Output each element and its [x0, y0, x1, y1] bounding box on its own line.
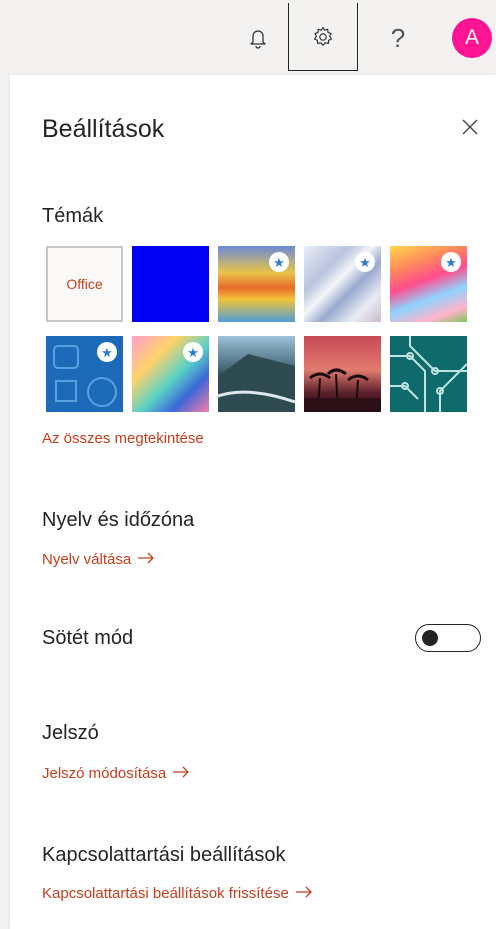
notifications-button[interactable] — [226, 6, 290, 70]
change-password-label: Jelszó módosítása — [42, 765, 167, 782]
arrow-right-icon — [172, 765, 190, 782]
settings-panel: Beállítások Témák Office ★ ★ ★ ★ ★ Az ös… — [10, 75, 496, 929]
arrow-right-icon — [295, 885, 313, 902]
avatar: A — [452, 18, 492, 58]
update-contact-preferences-label: Kapcsolattartási beállítások frissítése — [42, 885, 289, 902]
theme-colorful-unicorn[interactable]: ★ — [390, 246, 467, 322]
premium-star-icon: ★ — [183, 342, 203, 362]
language-title: Nyelv és időzóna — [42, 509, 195, 531]
see-all-themes-link[interactable]: Az összes megtekintése — [42, 430, 204, 447]
theme-office[interactable]: Office — [46, 246, 123, 322]
arrow-right-icon — [137, 551, 155, 568]
contact-preferences-title: Kapcsolattartási beállítások — [42, 844, 286, 866]
theme-pink-game[interactable]: ★ — [132, 336, 209, 412]
premium-star-icon: ★ — [355, 252, 375, 272]
change-password-link[interactable]: Jelszó módosítása — [42, 765, 190, 782]
help-button[interactable]: ? — [366, 6, 430, 70]
palm-trees — [304, 368, 381, 412]
theme-mountain-coast[interactable] — [218, 336, 295, 412]
gear-icon — [313, 26, 333, 46]
premium-star-icon: ★ — [441, 252, 461, 272]
office-theme-label: Office — [66, 276, 103, 292]
password-title: Jelszó — [42, 722, 99, 744]
theme-palm-sunset[interactable] — [304, 336, 381, 412]
theme-sunrise-stripes[interactable]: ★ — [218, 246, 295, 322]
theme-blue[interactable] — [132, 246, 209, 322]
change-language-label: Nyelv váltása — [42, 551, 132, 568]
dark-mode-title: Sötét mód — [42, 627, 134, 649]
close-button[interactable] — [456, 113, 484, 141]
toggle-knob — [422, 630, 438, 646]
update-contact-preferences-link[interactable]: Kapcsolattartási beállítások frissítése — [42, 885, 313, 902]
help-icon: ? — [390, 22, 406, 53]
premium-star-icon: ★ — [269, 252, 289, 272]
close-icon — [462, 119, 478, 135]
theme-silver-waves[interactable]: ★ — [304, 246, 381, 322]
mountain-shape — [218, 354, 295, 412]
premium-star-icon: ★ — [97, 342, 117, 362]
theme-blue-doodles[interactable]: ★ — [46, 336, 123, 412]
panel-title: Beállítások — [42, 115, 165, 143]
themes-title: Témák — [42, 205, 104, 227]
bell-icon — [250, 30, 266, 49]
top-bar: ? A — [0, 0, 496, 75]
circuit-pattern — [390, 336, 467, 412]
settings-button[interactable] — [288, 3, 358, 71]
dark-mode-toggle[interactable] — [415, 624, 481, 652]
change-language-link[interactable]: Nyelv váltása — [42, 551, 155, 568]
account-button[interactable]: A — [440, 6, 496, 70]
theme-circuit-board[interactable] — [390, 336, 467, 412]
